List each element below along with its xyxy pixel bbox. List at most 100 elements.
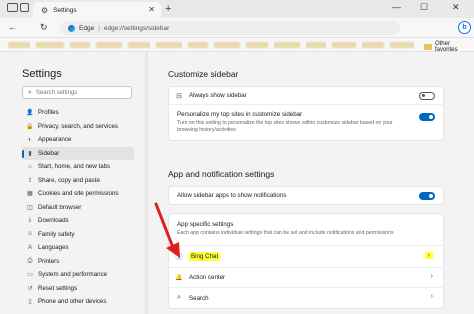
favorite-item[interactable]: [96, 42, 122, 48]
chevron-right-icon[interactable]: ›: [431, 273, 433, 280]
family-icon: ☺: [26, 231, 34, 238]
favorite-item[interactable]: [214, 42, 240, 48]
sidebar-item-privacy-search-and-services[interactable]: 🔒 Privacy, search, and services: [22, 120, 134, 134]
app-label-action-center: Action center: [189, 274, 226, 281]
sidebar-item-label: Start, home, and new tabs: [38, 163, 111, 171]
favorite-item[interactable]: [390, 42, 414, 48]
sidebar-item-cookies-and-site-permissions[interactable]: ▦ Cookies and site permissions: [22, 187, 134, 201]
allow-notifications-label: Allow sidebar apps to show notifications: [177, 192, 287, 199]
sidebar-item-label: Downloads: [38, 217, 69, 225]
tab-bar: ⚙ Settings ✕ + — ☐ ✕: [0, 0, 474, 18]
sidebar-item-label: Phone and other devices: [38, 298, 107, 306]
app-row-search[interactable]: ⌕ Search ›: [169, 287, 443, 308]
personalize-top-sites-toggle[interactable]: [419, 113, 435, 121]
sidebar-item-system-and-performance[interactable]: ▭ System and performance: [22, 268, 134, 282]
sidebar-item-label: Cookies and site permissions: [38, 190, 119, 198]
sidebar-item-label: Sidebar: [38, 149, 60, 157]
sidebar-item-label: System and performance: [38, 271, 108, 279]
app-notification-heading: App and notification settings: [168, 169, 275, 179]
workspaces-icon[interactable]: [7, 3, 18, 12]
download-icon: ⤓: [28, 217, 32, 224]
browser-icon: ◫: [27, 204, 33, 211]
allow-notifications-card: Allow sidebar apps to show notifications: [168, 186, 444, 205]
sidebar-item-reset-settings[interactable]: ↺ Reset settings: [22, 282, 134, 296]
sidebar-item-label: Languages: [38, 244, 69, 252]
always-show-sidebar-row[interactable]: ⊟ Always show sidebar: [169, 87, 443, 104]
home-icon: ⌂: [28, 163, 32, 170]
favorite-item[interactable]: [70, 42, 90, 48]
bell-icon: 🔔: [175, 275, 183, 281]
sidebar-item-label: Privacy, search, and services: [38, 122, 119, 130]
app-label-search: Search: [189, 294, 209, 302]
sidebar-item-languages[interactable]: A Languages: [22, 241, 134, 255]
back-button[interactable]: ←: [8, 22, 17, 32]
edge-logo-icon: [68, 24, 75, 32]
sidebar-item-sidebar[interactable]: ▮ Sidebar: [22, 146, 134, 160]
personalize-top-sites-label: Personalize my top sites in customize si…: [177, 111, 303, 118]
lock-icon: 🔒: [26, 123, 34, 130]
sidebar-item-family-safety[interactable]: ☺ Family safety: [22, 228, 134, 242]
always-show-sidebar-toggle[interactable]: [419, 91, 435, 100]
favorite-item[interactable]: [8, 42, 30, 48]
favorite-item[interactable]: [188, 42, 208, 48]
bing-chat-icon[interactable]: b: [458, 21, 471, 34]
minimize-button[interactable]: —: [392, 2, 401, 12]
personalize-top-sites-row[interactable]: Personalize my top sites in customize si…: [169, 104, 443, 140]
tab-settings[interactable]: ⚙ Settings ✕: [33, 2, 161, 18]
always-show-sidebar-label: Always show sidebar: [189, 92, 247, 99]
sidebar-item-label: Family safety: [38, 230, 75, 238]
chevron-right-icon[interactable]: ›: [431, 293, 433, 300]
favorite-item[interactable]: [274, 42, 300, 48]
favorite-item[interactable]: [36, 42, 64, 48]
search-settings-input[interactable]: ⌕ Search settings: [22, 86, 132, 99]
app-row-action-center[interactable]: 🔔 Action center ›: [169, 267, 443, 287]
new-tab-button[interactable]: +: [165, 3, 171, 15]
app-row-bing-chat[interactable]: ⓑ Bing Chat ›: [169, 245, 443, 267]
favorite-item[interactable]: [332, 42, 356, 48]
close-tab-button[interactable]: ✕: [148, 5, 155, 14]
app-specific-header: App specific settings Each app contains …: [169, 214, 443, 245]
settings-content: Customize sidebar ⊟ Always show sidebar …: [148, 52, 474, 314]
sidebar-item-profiles[interactable]: 👤 Profiles: [22, 106, 134, 120]
allow-notifications-row[interactable]: Allow sidebar apps to show notifications: [169, 187, 443, 204]
sidebar-icon: ▮: [28, 150, 32, 157]
address-separator: |: [98, 24, 100, 32]
favorite-item[interactable]: [362, 42, 384, 48]
sidebar-item-label: Appearance: [38, 136, 72, 144]
sidebar-item-appearance[interactable]: ◐ Appearance: [22, 133, 134, 147]
palette-icon: ◐: [28, 136, 32, 143]
sidebar-item-start-home-and-new-tabs[interactable]: ⌂ Start, home, and new tabs: [22, 160, 134, 174]
sidebar-item-printers[interactable]: ⎙ Printers: [22, 255, 134, 269]
sidebar-item-share-copy-and-paste[interactable]: ⇪ Share, copy and paste: [22, 174, 134, 188]
tab-actions-icon[interactable]: [20, 3, 29, 12]
search-placeholder: Search settings: [35, 89, 78, 96]
sidebar-icon: ⊟: [176, 92, 182, 100]
phone-icon: ▯: [28, 299, 32, 306]
maximize-button[interactable]: ☐: [420, 2, 428, 13]
search-icon: ⌕: [28, 88, 32, 96]
navigation-bar: ← ↻ Edge | edge://settings/sidebar b: [0, 18, 474, 38]
annotation-arrow: [154, 202, 180, 258]
settings-nav-list: 👤 Profiles 🔒 Privacy, search, and services ◐…: [22, 106, 134, 309]
app-specific-title: App specific settings: [177, 221, 234, 228]
favorite-item[interactable]: [128, 42, 150, 48]
app-specific-card: App specific settings Each app contains …: [168, 213, 444, 309]
sidebar-item-phone-and-other-devices[interactable]: ▯ Phone and other devices: [22, 295, 134, 309]
close-window-button[interactable]: ✕: [452, 2, 460, 13]
favorites-bar: Other favorites: [0, 38, 474, 53]
favorite-item[interactable]: [246, 42, 268, 48]
refresh-button[interactable]: ↻: [40, 22, 48, 33]
sidebar-item-default-browser[interactable]: ◫ Default browser: [22, 201, 134, 215]
favorite-item[interactable]: [156, 42, 182, 48]
settings-title: Settings: [22, 68, 62, 80]
reset-icon: ↺: [27, 285, 33, 292]
share-icon: ⇪: [27, 177, 33, 184]
address-bar[interactable]: Edge | edge://settings/sidebar: [60, 21, 400, 35]
settings-sidebar: Settings ⌕ Search settings 👤 Profiles 🔒 Pri…: [0, 52, 143, 314]
allow-notifications-toggle[interactable]: [419, 191, 435, 200]
sidebar-item-label: Share, copy and paste: [38, 176, 100, 184]
favorite-item[interactable]: [306, 42, 326, 48]
app-specific-description: Each app contains individual settings th…: [177, 230, 394, 236]
chevron-right-icon[interactable]: ›: [424, 252, 433, 259]
sidebar-item-downloads[interactable]: ⤓ Downloads: [22, 214, 134, 228]
